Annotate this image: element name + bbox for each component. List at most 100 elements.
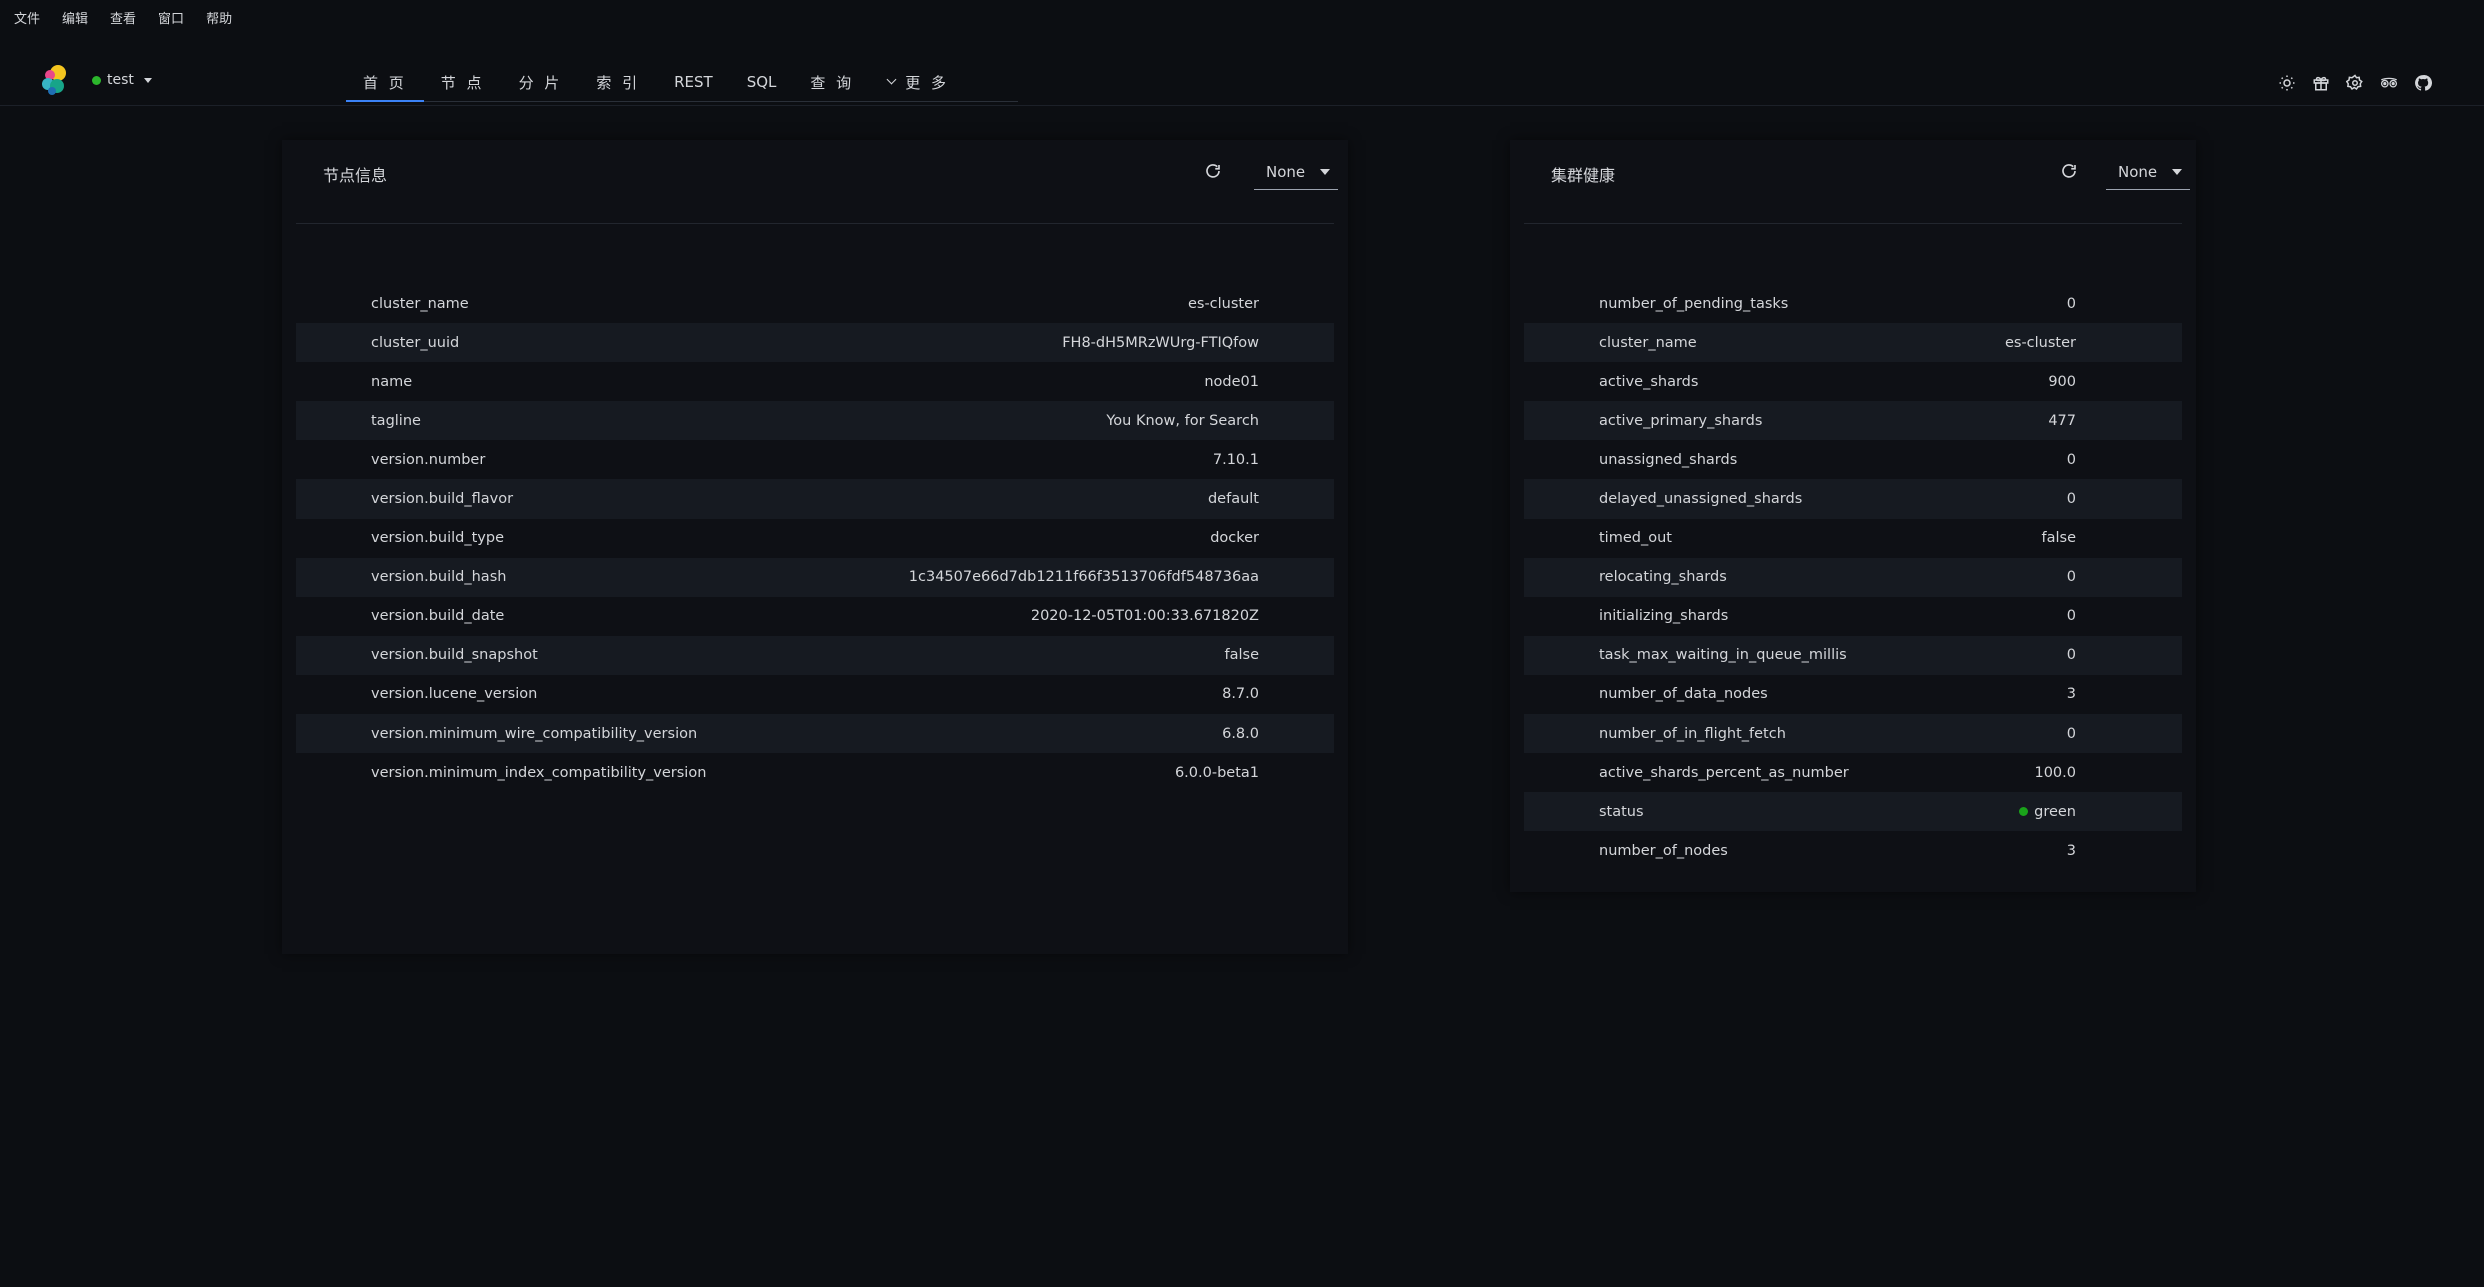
github-icon[interactable] [2412,72,2434,94]
row-key: name [371,373,413,390]
table-row: number_of_data_nodes 3 [1524,675,2182,714]
row-key: version.build_date [371,608,505,625]
menu-window[interactable]: 窗口 [158,8,184,27]
row-value-text: 2020-12-05T01:00:33.671820Z [1030,608,1259,625]
row-key: number_of_data_nodes [1599,686,1768,703]
refresh-icon[interactable] [2060,162,2078,180]
row-value-text: 900 [2048,373,2076,390]
tab-more[interactable]: 更 多 [871,63,966,101]
row-value-text: FH8-dH5MRzWUrg-FTIQfow [1062,334,1259,351]
row-key: version.number [371,451,486,468]
table-row: status green [1524,792,2182,832]
cluster-name: test [107,72,134,88]
row-value: 0 [2067,608,2076,624]
table-row: version.number 7.10.1 [296,440,1334,479]
row-value: docker [1210,530,1259,546]
menu-file[interactable]: 文件 [14,8,40,27]
cluster-health-select[interactable]: None [2106,154,2190,190]
row-value-text: 3 [2066,842,2076,859]
row-value-text: false [2041,530,2077,547]
tab-query[interactable]: 查 询 [793,63,871,101]
row-key: version.build_snapshot [371,647,538,664]
row-key: number_of_nodes [1599,842,1728,859]
row-value-text: You Know, for Search [1106,412,1259,429]
tab-nodes[interactable]: 节 点 [424,63,502,101]
row-value-text: 477 [2048,412,2076,429]
row-value: 3 [2067,843,2076,859]
row-value-text: 3 [2066,686,2076,703]
settings-icon[interactable] [2344,72,2366,94]
row-key: version.minimum_index_compatibility_vers… [371,764,707,781]
table-row: active_shards_percent_as_number 100.0 [1524,753,2182,792]
row-key: task_max_waiting_in_queue_millis [1599,647,1847,664]
row-key: version.lucene_version [371,686,538,703]
cluster-health-title: 集群健康 [1551,166,1616,185]
row-value-text: 0 [2066,451,2076,468]
row-value-text: 0 [2066,647,2076,664]
row-key: version.build_hash [371,569,507,586]
row-value: default [1208,491,1259,507]
row-value-text: docker [1210,530,1259,547]
tab-rest[interactable]: REST [657,63,730,101]
row-key: active_shards_percent_as_number [1599,764,1849,781]
table-row: number_of_in_flight_fetch 0 [1524,714,2182,754]
tab-indices[interactable]: 索 引 [579,63,657,101]
row-value: 900 [2048,374,2076,390]
menu-help[interactable]: 帮助 [206,8,232,27]
tab-shards[interactable]: 分 片 [502,63,580,101]
row-value: 0 [2067,647,2076,663]
row-value: green [2019,804,2076,820]
row-value-text: default [1207,491,1259,508]
row-key: number_of_pending_tasks [1599,295,1789,312]
row-value-text: 7.10.1 [1212,451,1259,468]
node-info-card: 节点信息 None cluster_name es-cluster cluster_… [282,140,1348,954]
caret-down-icon [2172,169,2182,175]
menu-view[interactable]: 查看 [110,8,136,27]
row-value: 6.0.0-beta1 [1175,765,1259,781]
table-row: number_of_pending_tasks 0 [1524,284,2182,323]
row-value-text: node01 [1204,373,1259,390]
table-row: version.lucene_version 8.7.0 [296,675,1334,714]
row-value-text: 0 [2066,569,2076,586]
table-row: initializing_shards 0 [1524,597,2182,636]
row-value-text: 0 [2066,725,2076,742]
tab-sql[interactable]: SQL [730,63,794,101]
row-key: active_primary_shards [1599,412,1763,429]
app-logo[interactable] [38,62,74,98]
table-row: version.minimum_index_compatibility_vers… [296,753,1334,792]
row-value: FH8-dH5MRzWUrg-FTIQfow [1062,335,1259,351]
gift-icon[interactable] [2310,72,2332,94]
row-value-text: 0 [2066,491,2076,508]
table-row: version.build_hash 1c34507e66d7db1211f66f… [296,557,1334,597]
sun-icon[interactable] [2276,72,2298,94]
row-value: 0 [2067,491,2076,507]
row-key: tagline [371,412,421,429]
row-key: status [1599,803,1644,820]
cluster-health-header: 集群健康 None [1524,140,2190,224]
row-key: unassigned_shards [1599,451,1738,468]
table-row: version.build_type docker [296,519,1334,558]
node-info-title: 节点信息 [323,166,388,185]
row-value: 2020-12-05T01:00:33.671820Z [1031,608,1259,624]
row-value-text: es-cluster [2004,334,2076,351]
menu-bar: 文件 编辑 查看 窗口 帮助 [0,0,2484,34]
node-info-select-value: None [1266,162,1306,181]
table-row: version.build_snapshot false [296,635,1334,675]
menu-edit[interactable]: 编辑 [62,8,88,27]
row-key: version.build_flavor [371,491,514,508]
tripadvisor-icon[interactable] [2378,72,2400,94]
row-value: 0 [2067,452,2076,468]
table-row: active_primary_shards 477 [1524,401,2182,441]
row-value: 477 [2048,413,2076,429]
table-row: cluster_uuid FH8-dH5MRzWUrg-FTIQfow [296,323,1334,363]
row-key: active_shards [1599,373,1699,390]
node-info-select[interactable]: None [1254,154,1338,190]
row-key: timed_out [1599,530,1672,547]
table-row: version.build_date 2020-12-05T01:00:33.67… [296,597,1334,636]
tab-home[interactable]: 首 页 [346,63,424,102]
refresh-icon[interactable] [1204,162,1222,180]
cluster-selector[interactable]: test [92,72,152,88]
row-value: 8.7.0 [1222,686,1259,702]
table-row: active_shards 900 [1524,362,2182,401]
node-info-table: cluster_name es-cluster cluster_uuid FH8-dH… [296,284,1334,792]
